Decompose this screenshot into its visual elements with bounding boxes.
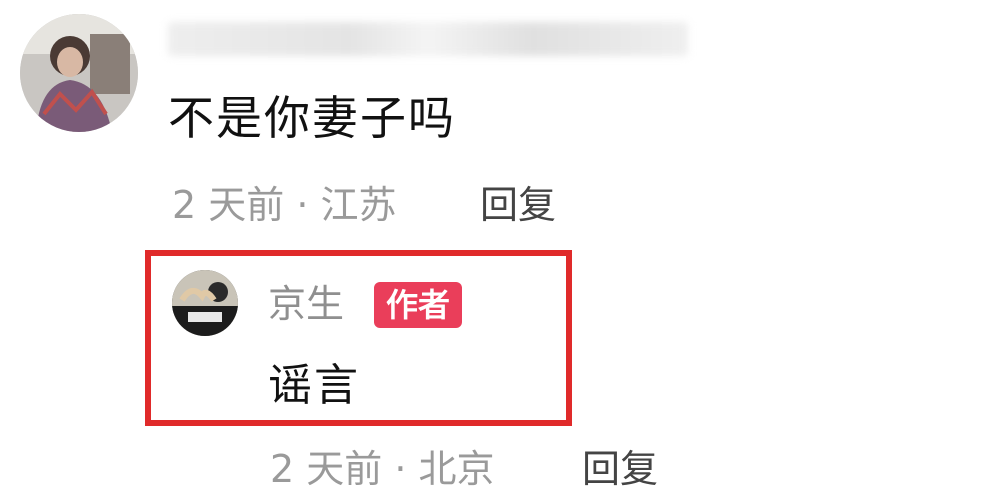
reply-button[interactable]: 回复 <box>480 182 556 228</box>
comment-text: 不是你妻子吗 <box>168 91 456 145</box>
reply-meta: 2 天前 · 北京 <box>270 447 495 491</box>
blurred-username <box>168 22 688 56</box>
commenter-avatar[interactable] <box>20 14 138 132</box>
author-badge: 作者 <box>374 282 463 328</box>
commenter-avatar-image <box>20 14 138 132</box>
author-avatar-image <box>172 270 238 336</box>
reply-text: 谣言 <box>268 360 360 411</box>
author-avatar[interactable] <box>172 270 238 336</box>
author-name[interactable]: 京生 <box>268 280 344 328</box>
comment-meta: 2 天前 · 江苏 <box>172 183 397 227</box>
reply-reply-button[interactable]: 回复 <box>582 446 658 492</box>
